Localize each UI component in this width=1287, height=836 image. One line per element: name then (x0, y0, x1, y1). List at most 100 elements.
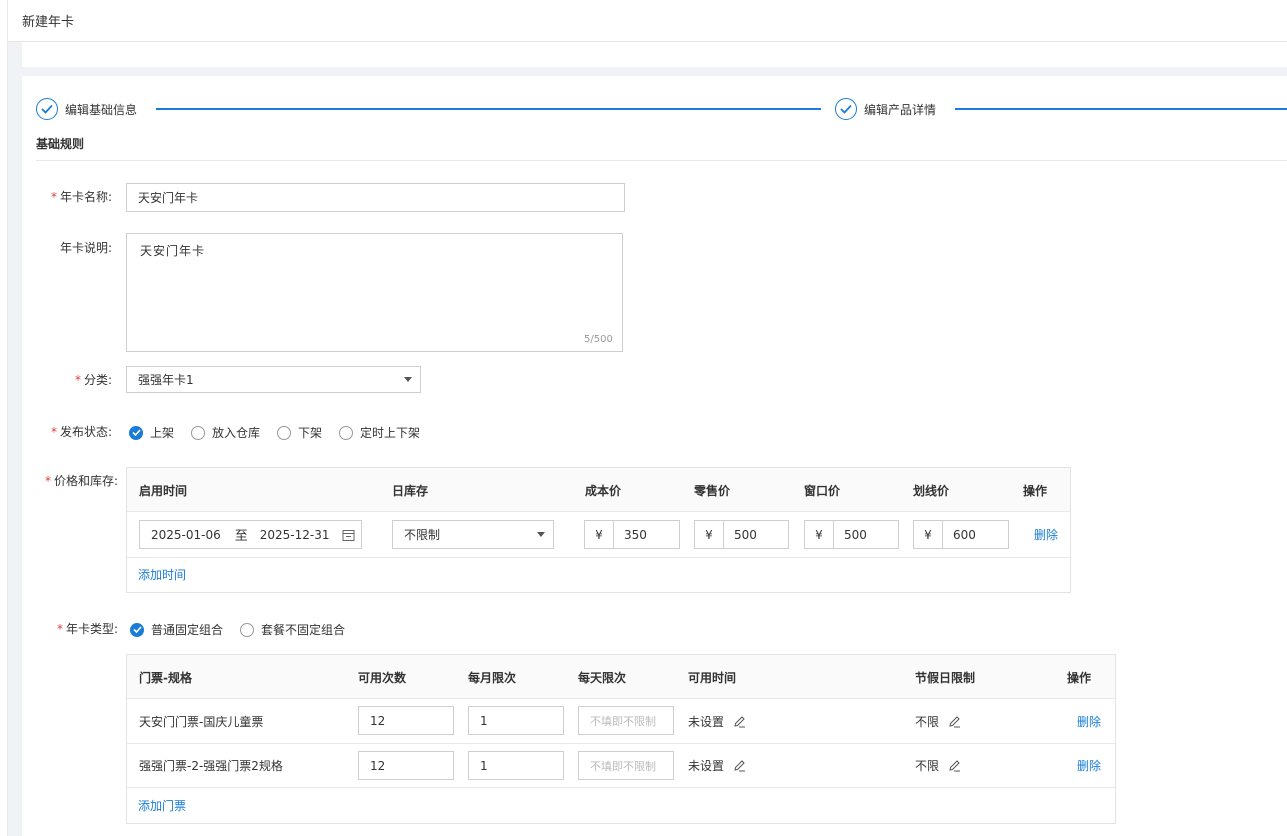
date-end: 2025-12-31 (259, 527, 330, 542)
retail-value: 500 (734, 527, 757, 542)
step-2-check-icon (835, 98, 857, 120)
col-start-time: 启用时间 (139, 484, 188, 498)
available-time-value: 未设置 (688, 759, 725, 773)
status-option-off[interactable]: 下架 (277, 424, 322, 441)
cost-input[interactable]: ¥ 350 (584, 520, 680, 549)
retail-input[interactable]: ¥ 500 (694, 520, 789, 549)
row-divider (127, 743, 1115, 744)
page-header (8, 0, 1287, 42)
currency-symbol: ¥ (805, 521, 834, 548)
category-label: * 分类: (74, 373, 112, 387)
col-strike: 划线价 (913, 484, 950, 498)
date-start: 2025-01-06 (151, 527, 221, 542)
add-ticket-link[interactable]: 添加门票 (138, 797, 186, 814)
radio-icon (277, 425, 292, 440)
edit-pen-icon[interactable] (948, 759, 961, 775)
strike-value: 600 (953, 527, 976, 542)
step-1-check-icon (36, 98, 58, 120)
holiday-cell[interactable]: 不限 (915, 713, 961, 731)
ticket-name: 强强门票-2-强强门票2规格 (139, 759, 283, 773)
row-divider (127, 557, 1070, 558)
section-title: 基础规则 (36, 137, 85, 151)
page-title: 新建年卡 (22, 15, 75, 30)
holiday-cell[interactable]: 不限 (915, 757, 961, 775)
col-monthly-limit: 每月限次 (468, 671, 517, 685)
step-1-label: 编辑基础信息 (65, 103, 138, 117)
calendar-icon (342, 529, 355, 541)
available-time-cell[interactable]: 未设置 (688, 713, 746, 731)
holiday-value: 不限 (915, 759, 940, 773)
add-time-link[interactable]: 添加时间 (138, 566, 186, 583)
strike-input[interactable]: ¥ 600 (913, 520, 1009, 549)
col-action: 操作 (1023, 484, 1048, 498)
desc-label: 年卡说明: (59, 241, 112, 255)
desc-text: 天安门年卡 (140, 244, 206, 258)
daily-input[interactable]: 不填即不限制 (578, 706, 674, 735)
top-strip (22, 42, 1287, 67)
cost-value: 350 (624, 527, 647, 542)
ticket-delete-link[interactable]: 删除 (1077, 757, 1101, 774)
col-daily-limit: 每天限次 (578, 671, 627, 685)
section-divider (36, 160, 1287, 161)
desc-counter: 5/500 (584, 334, 613, 345)
currency-symbol: ¥ (585, 521, 614, 548)
status-option-on[interactable]: 上架 (129, 424, 174, 441)
edit-pen-icon[interactable] (733, 759, 746, 775)
top-gap (22, 67, 1287, 76)
dropdown-arrow-icon (537, 532, 545, 537)
col-available-time: 可用时间 (688, 671, 737, 685)
type-option-fixed[interactable]: 普通固定组合 (130, 621, 223, 638)
available-time-value: 未设置 (688, 715, 725, 729)
status-label: * 发布状态: (50, 425, 112, 439)
available-time-cell[interactable]: 未设置 (688, 757, 746, 775)
date-sep: 至 (234, 529, 248, 544)
monthly-input[interactable]: 1 (468, 706, 564, 735)
ticket-delete-link[interactable]: 删除 (1077, 713, 1101, 730)
radio-icon (339, 425, 354, 440)
edit-pen-icon[interactable] (948, 715, 961, 731)
radio-icon (240, 622, 255, 637)
step-2-line (955, 108, 1287, 110)
name-label: * 年卡名称: (50, 190, 112, 204)
currency-symbol: ¥ (695, 521, 724, 548)
status-radio-group: 上架 放入仓库 下架 定时上下架 (129, 424, 437, 441)
edit-pen-icon[interactable] (733, 715, 746, 731)
step-2-label: 编辑产品详情 (864, 103, 937, 117)
col-cost: 成本价 (585, 484, 622, 498)
radio-icon (191, 425, 206, 440)
stock-select[interactable]: 不限制 (392, 520, 554, 549)
category-value: 强强年卡1 (138, 373, 194, 387)
type-option-package[interactable]: 套餐不固定组合 (240, 621, 345, 638)
name-input[interactable]: 天安门年卡 (126, 183, 625, 212)
col-daily-stock: 日库存 (392, 484, 429, 498)
radio-checked-icon (130, 622, 144, 637)
col-ticket-spec: 门票-规格 (139, 671, 192, 685)
row-divider (127, 787, 1115, 788)
col-holiday-limit: 节假日限制 (915, 671, 976, 685)
col-retail: 零售价 (694, 484, 731, 498)
currency-symbol: ¥ (914, 521, 943, 548)
window-input[interactable]: ¥ 500 (804, 520, 899, 549)
col-ticket-action: 操作 (1067, 671, 1092, 685)
status-option-warehouse[interactable]: 放入仓库 (191, 424, 260, 441)
times-input[interactable]: 12 (358, 706, 454, 735)
type-radio-group: 普通固定组合 套餐不固定组合 (130, 621, 362, 638)
price-label: * 价格和库存: (44, 474, 118, 488)
date-range-picker[interactable]: 2025-01-06 至 2025-12-31 (139, 520, 362, 549)
col-window: 窗口价 (804, 484, 841, 498)
ticket-name: 天安门门票-国庆儿童票 (139, 715, 264, 729)
step-1-line (156, 108, 821, 110)
stock-value: 不限制 (404, 528, 441, 542)
times-input[interactable]: 12 (358, 751, 454, 780)
price-delete-link[interactable]: 删除 (1034, 526, 1058, 543)
category-select[interactable]: 强强年卡1 (126, 366, 421, 393)
holiday-value: 不限 (915, 715, 940, 729)
radio-checked-icon (129, 425, 143, 440)
dropdown-arrow-icon (404, 377, 412, 382)
status-option-scheduled[interactable]: 定时上下架 (339, 424, 420, 441)
type-label: * 年卡类型: (56, 622, 118, 636)
window-value: 500 (844, 527, 867, 542)
daily-input[interactable]: 不填即不限制 (578, 751, 674, 780)
col-available-times: 可用次数 (358, 671, 407, 685)
monthly-input[interactable]: 1 (468, 751, 564, 780)
